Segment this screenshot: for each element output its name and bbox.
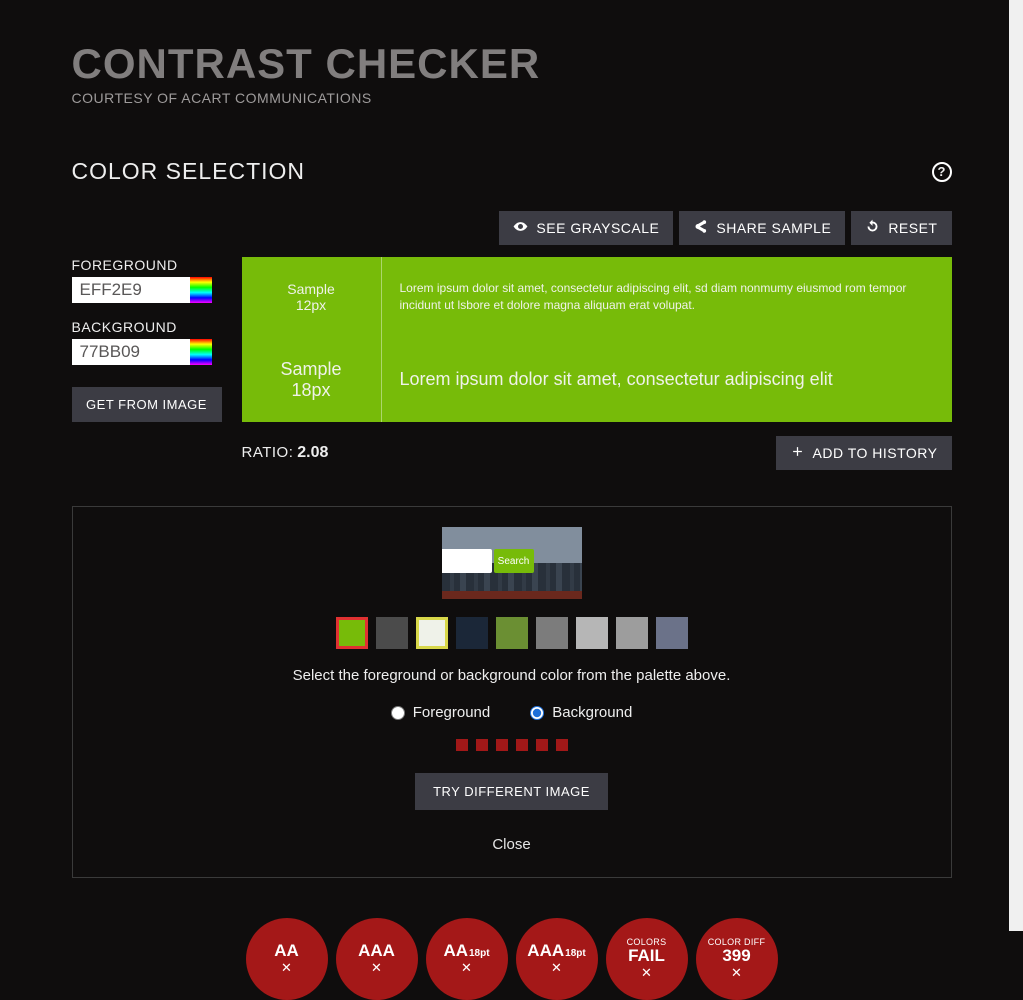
image-search-label: Search [494,549,534,573]
pager-dot[interactable] [516,739,528,751]
try-different-image-label: TRY DIFFERENT IMAGE [433,784,590,799]
sample-12-label-a: Sample [287,281,334,297]
share-sample-button[interactable]: SHARE SAMPLE [679,211,845,245]
sample-18-label-b: 18px [291,380,330,401]
palette-swatch-5[interactable] [536,617,568,649]
get-from-image-label: GET FROM IMAGE [86,397,207,412]
result-main-label: AAA [358,942,395,959]
close-link[interactable]: Close [93,836,931,853]
fail-x-icon: ✕ [281,960,292,976]
result-circle-5: COLOR DIFF399✕ [696,918,778,1000]
sample-12-label-cell: Sample 12px [242,257,382,337]
result-main-label: AA [274,942,299,959]
background-radio-label: Background [552,704,632,721]
ratio-value: 2.08 [297,444,328,461]
sample-12-text-cell: Lorem ipsum dolor sit amet, consectetur … [382,257,952,337]
foreground-radio-label: Foreground [413,704,491,721]
palette-swatch-7[interactable] [616,617,648,649]
fail-x-icon: ✕ [641,965,652,981]
section-title: COLOR SELECTION [72,158,306,185]
image-panel: Search Select the foreground or backgrou… [72,506,952,878]
background-radio[interactable]: Background [530,704,632,721]
foreground-input[interactable] [72,277,190,303]
target-radio-group: Foreground Background [93,704,931,721]
eye-icon [513,219,528,237]
palette-swatch-3[interactable] [456,617,488,649]
reset-label: RESET [888,220,937,236]
result-circle-2: AA18pt✕ [426,918,508,1000]
result-top-label: COLORS [627,937,667,947]
pager-dot[interactable] [536,739,548,751]
pager-dot[interactable] [456,739,468,751]
palette-swatch-6[interactable] [576,617,608,649]
palette-hint: Select the foreground or background colo… [93,667,931,684]
sample-18-label-a: Sample [280,359,341,380]
results-row: AA✕AAA✕AA18pt✕AAA18pt✕COLORSFAIL✕COLOR D… [72,918,952,1000]
sample-18-text-cell: Lorem ipsum dolor sit amet, consectetur … [382,337,952,422]
page-subtitle: COURTESY OF ACART COMMUNICATIONS [72,90,952,106]
result-top-label: COLOR DIFF [708,937,766,947]
palette-swatch-0[interactable] [336,617,368,649]
palette-swatch-2[interactable] [416,617,448,649]
background-picker-icon[interactable] [190,339,212,365]
result-main-label: AA18pt [443,942,489,959]
background-label: BACKGROUND [72,319,222,335]
get-from-image-button[interactable]: GET FROM IMAGE [72,387,222,422]
sample-18-text: Lorem ipsum dolor sit amet, consectetur … [400,369,833,390]
source-image: Search [442,527,582,599]
result-main-label: 399 [722,947,750,964]
see-grayscale-label: SEE GRAYSCALE [536,220,659,236]
result-circle-1: AAA✕ [336,918,418,1000]
color-inputs: FOREGROUND BACKGROUND GET FROM IMAGE [72,257,222,422]
fail-x-icon: ✕ [371,960,382,976]
sample-18-label-cell: Sample 18px [242,337,382,422]
result-main-label: FAIL [628,947,665,964]
result-circle-0: AA✕ [246,918,328,1000]
section-header: COLOR SELECTION ? [72,158,952,185]
pager-dot[interactable] [556,739,568,751]
page-title: CONTRAST CHECKER [72,40,952,88]
result-circle-3: AAA18pt✕ [516,918,598,1000]
page: CONTRAST CHECKER COURTESY OF ACART COMMU… [72,0,952,1000]
palette [93,617,931,649]
pager-dot[interactable] [476,739,488,751]
try-different-image-button[interactable]: TRY DIFFERENT IMAGE [415,773,608,810]
fail-x-icon: ✕ [731,965,742,981]
sample-12-label-b: 12px [296,297,326,313]
palette-swatch-4[interactable] [496,617,528,649]
background-radio-input[interactable] [530,706,544,720]
help-icon[interactable]: ? [932,162,952,182]
add-to-history-button[interactable]: ADD TO HISTORY [776,436,952,470]
pager-dots [93,739,931,751]
scrollbar[interactable] [1009,0,1023,931]
share-sample-label: SHARE SAMPLE [716,220,831,236]
foreground-radio[interactable]: Foreground [391,704,491,721]
foreground-label: FOREGROUND [72,257,222,273]
pager-dot[interactable] [496,739,508,751]
foreground-radio-input[interactable] [391,706,405,720]
ratio-row: RATIO: 2.08 ADD TO HISTORY [72,436,952,470]
sample-preview: Sample 12px Lorem ipsum dolor sit amet, … [242,257,952,422]
palette-swatch-8[interactable] [656,617,688,649]
ratio-label: RATIO: [242,444,294,461]
main-row: FOREGROUND BACKGROUND GET FROM IMAGE Sam… [72,257,952,422]
fail-x-icon: ✕ [551,960,562,976]
result-circle-4: COLORSFAIL✕ [606,918,688,1000]
plus-icon [790,444,805,462]
fail-x-icon: ✕ [461,960,472,976]
see-grayscale-button[interactable]: SEE GRAYSCALE [499,211,673,245]
background-input[interactable] [72,339,190,365]
palette-swatch-1[interactable] [376,617,408,649]
reset-button[interactable]: RESET [851,211,951,245]
foreground-picker-icon[interactable] [190,277,212,303]
sample-12-text: Lorem ipsum dolor sit amet, consectetur … [400,280,934,314]
share-icon [693,219,708,237]
add-to-history-label: ADD TO HISTORY [813,445,938,461]
result-main-label: AAA18pt [527,942,585,959]
toolbar: SEE GRAYSCALE SHARE SAMPLE RESET [72,211,952,245]
refresh-icon [865,219,880,237]
